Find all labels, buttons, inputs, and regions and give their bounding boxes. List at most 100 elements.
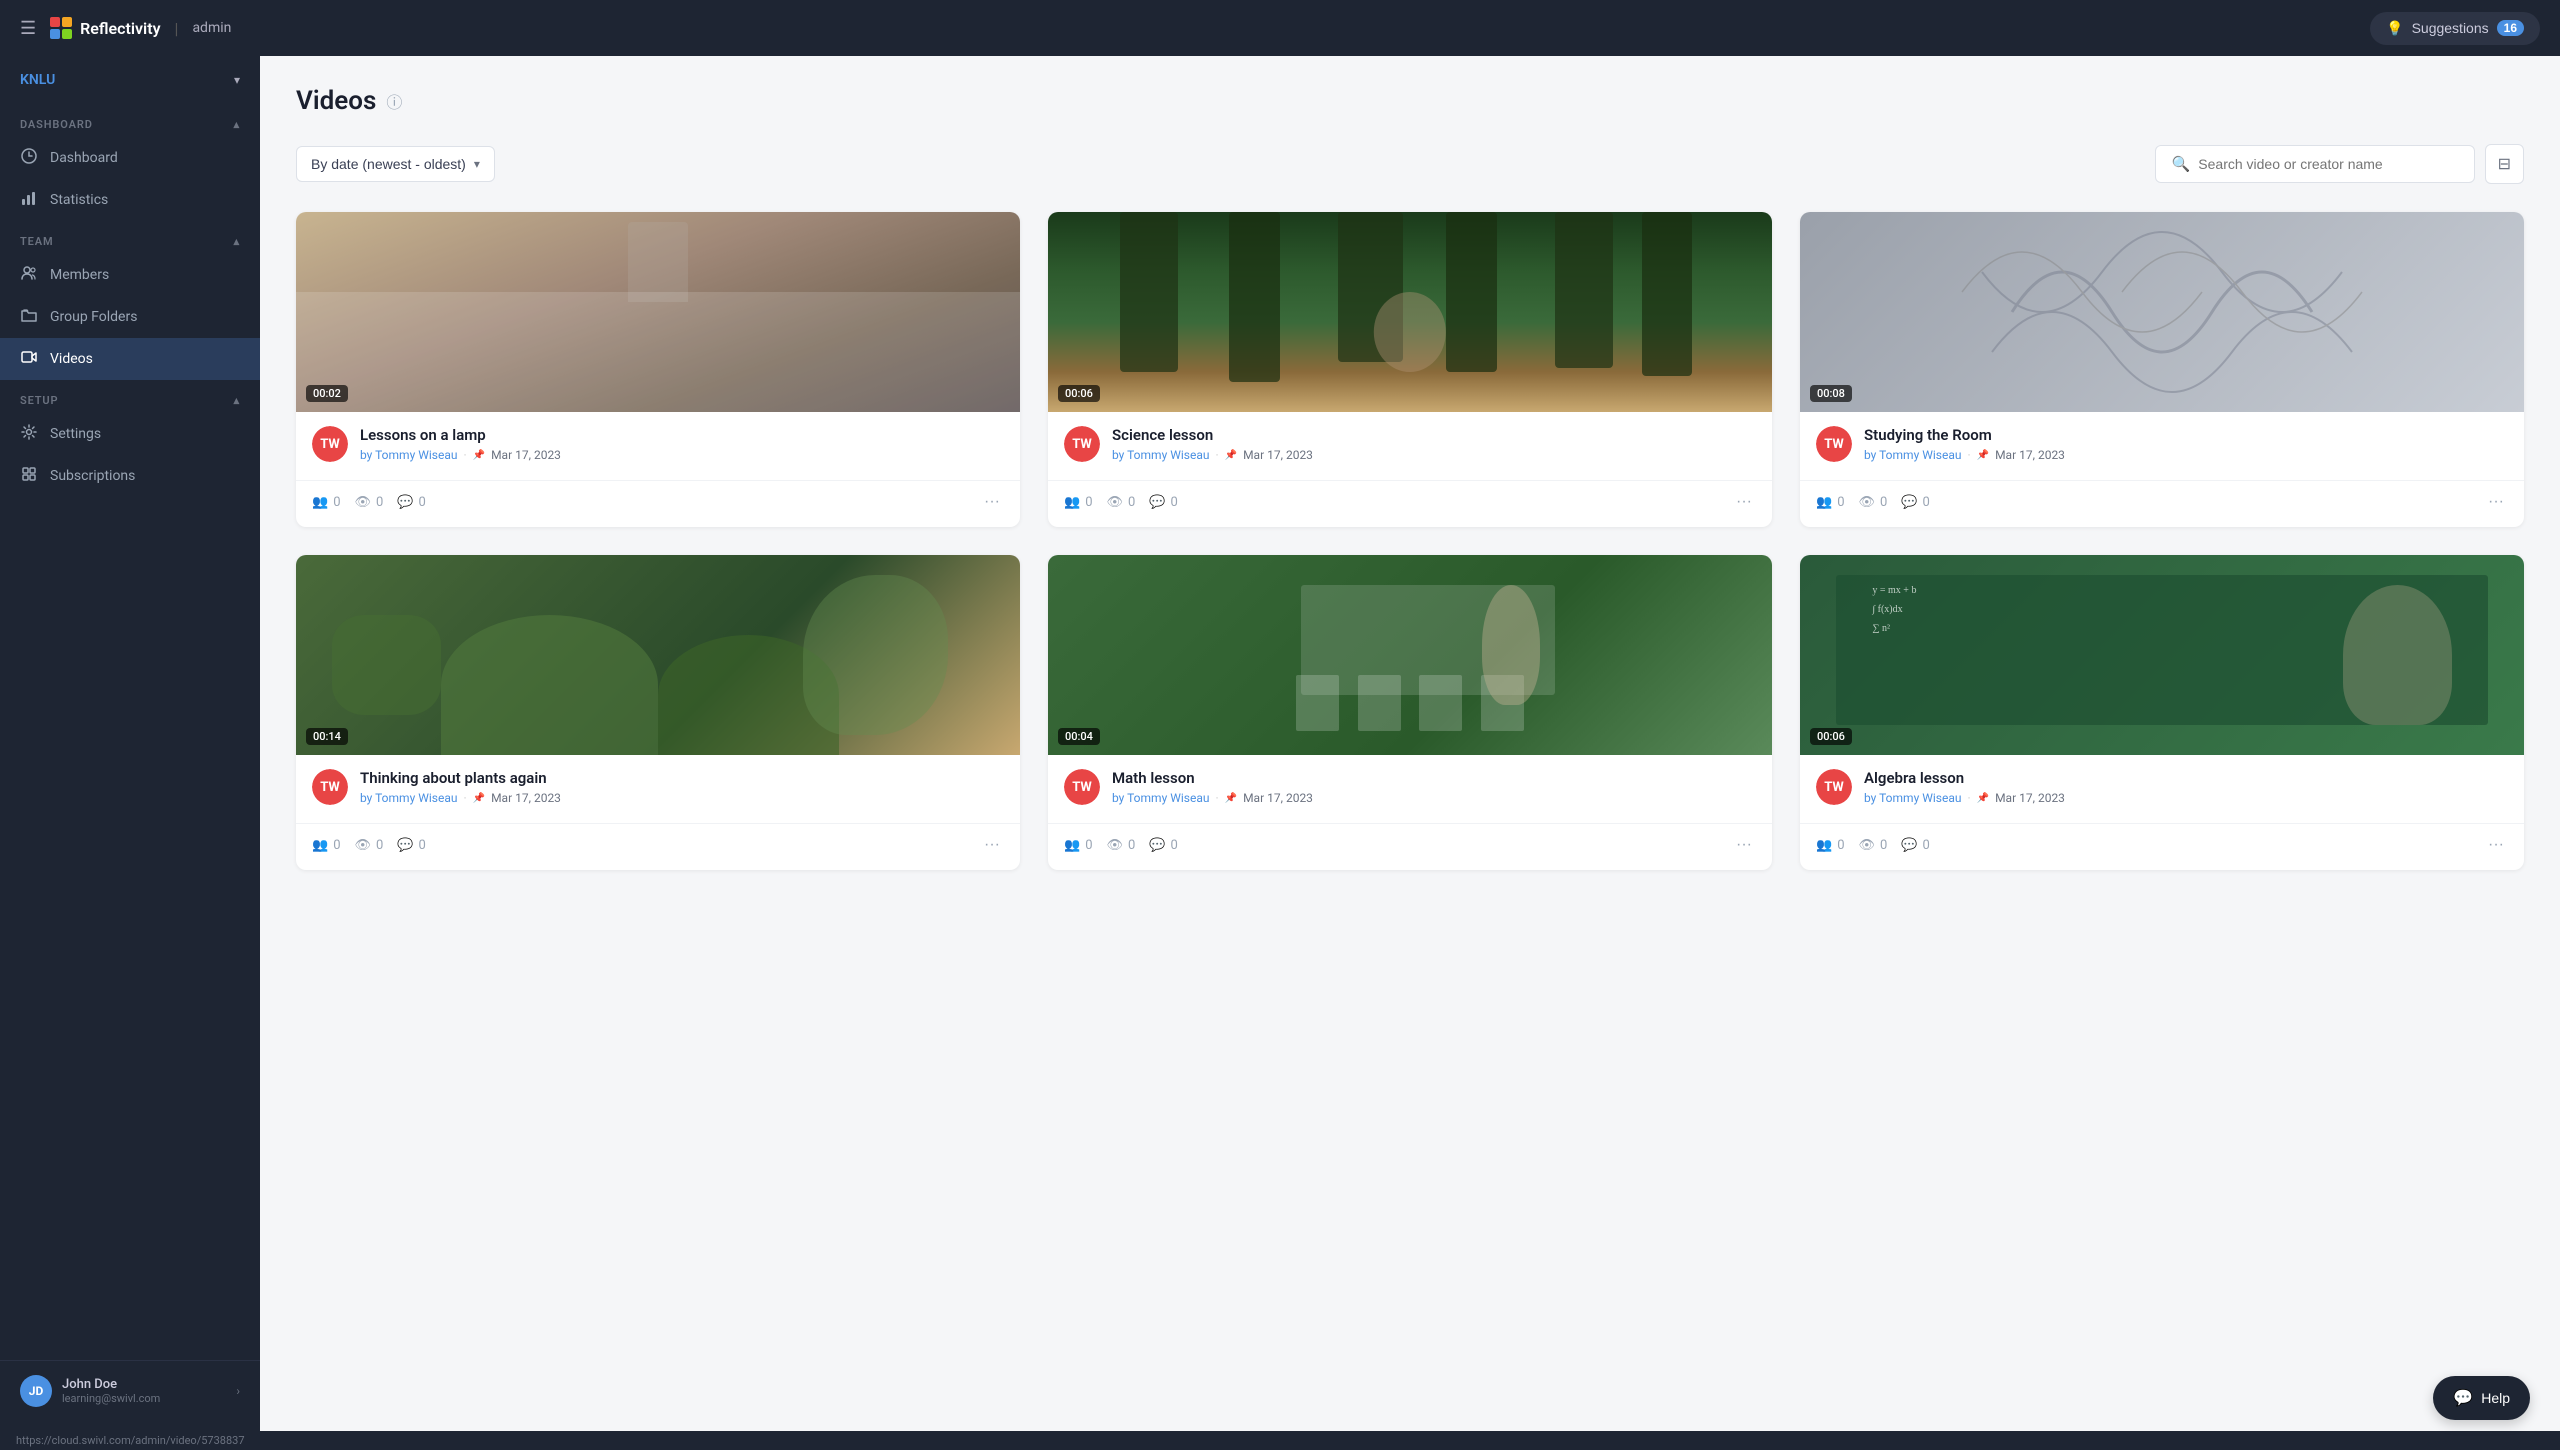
dashboard-icon [20,148,38,168]
video-card-v4[interactable]: 00:14 TW Thinking about plants again by … [296,555,1020,870]
video-stats: 👥 0 👁 0 💬 0 ··· [1800,480,2524,527]
sort-dropdown[interactable]: By date (newest - oldest) ▾ [296,146,495,182]
duration-badge: 00:14 [306,728,348,745]
video-thumbnail: 00:04 [1048,555,1772,755]
video-card-v1[interactable]: 00:02 TW Lessons on a lamp by Tommy Wise… [296,212,1020,527]
creator-avatar: TW [1816,426,1852,462]
sidebar-item-label-subscriptions: Subscriptions [50,468,135,484]
view-stat: 👁 0 [1859,495,1888,510]
more-options-button[interactable]: ··· [980,834,1004,856]
hamburger-icon[interactable]: ☰ [20,18,36,39]
sidebar-item-label-settings: Settings [50,426,101,442]
more-options-button[interactable]: ··· [1732,491,1756,513]
video-date: Mar 17, 2023 [1995,448,2065,462]
creator-link[interactable]: by Tommy Wiseau [360,448,457,462]
comment-icon: 💬 [397,838,413,853]
share-icon: 👥 [1064,838,1080,853]
video-thumbnail: 00:08 [1800,212,2524,412]
app-name: Reflectivity [80,19,160,38]
video-text: Science lesson by Tommy Wiseau · 📌 Mar 1… [1112,426,1756,462]
section-label-team: TEAM [20,235,53,248]
video-info: TW Lessons on a lamp by Tommy Wiseau · 📌… [296,412,1020,470]
comment-icon: 💬 [1149,495,1165,510]
sidebar-item-label-videos: Videos [50,351,93,367]
video-card-v3[interactable]: 00:08 TW Studying the Room by Tommy Wise… [1800,212,2524,527]
view-count: 0 [376,838,383,853]
view-stat: 👁 0 [1859,838,1888,853]
sidebar-item-settings[interactable]: Settings [0,413,260,455]
more-options-button[interactable]: ··· [1732,834,1756,856]
sidebar-item-subscriptions[interactable]: Subscriptions [0,455,260,497]
filter-button[interactable]: ⊟ [2485,144,2524,184]
duration-badge: 00:04 [1058,728,1100,745]
comment-count: 0 [1923,838,1930,853]
share-count: 0 [1085,838,1092,853]
nav-left: ☰ Reflectivity | admin [20,17,231,39]
creator-avatar: TW [312,426,348,462]
comment-count: 0 [419,838,426,853]
sidebar-item-videos[interactable]: Videos [0,338,260,380]
creator-link[interactable]: by Tommy Wiseau [1864,448,1961,462]
video-date: Mar 17, 2023 [1243,448,1313,462]
view-icon: 👁 [355,838,372,853]
video-sub: by Tommy Wiseau · 📌 Mar 17, 2023 [360,448,1004,462]
sidebar: KNLU ▾ DASHBOARD ▴ Dashboard [0,56,260,1431]
nav-right: 💡 Suggestions 16 [2370,12,2540,45]
video-sub: by Tommy Wiseau · 📌 Mar 17, 2023 [1112,448,1756,462]
sidebar-user[interactable]: JD John Doe learning@swivl.com › [0,1360,260,1421]
video-date: Mar 17, 2023 [491,791,561,805]
suggestions-button[interactable]: 💡 Suggestions 16 [2370,12,2540,45]
suggestions-badge: 16 [2497,20,2524,36]
pin-icon: 📌 [1977,450,1989,461]
statusbar: https://cloud.swivl.com/admin/video/5738… [0,1431,2560,1450]
section-label-setup: SETUP [20,394,58,407]
video-stats: 👥 0 👁 0 💬 0 ··· [1800,823,2524,870]
comment-count: 0 [1171,495,1178,510]
help-button[interactable]: 💬 Help [2433,1376,2530,1420]
separator: · [1215,448,1218,462]
sidebar-item-group-folders[interactable]: Group Folders [0,296,260,338]
more-options-button[interactable]: ··· [980,491,1004,513]
more-options-button[interactable]: ··· [2484,834,2508,856]
sidebar-item-members[interactable]: Members [0,254,260,296]
share-stat: 👥 0 [1816,838,1845,853]
comment-count: 0 [419,495,426,510]
members-icon [20,265,38,285]
chevron-down-icon: ▾ [474,157,480,171]
pin-icon: 📌 [1977,793,1989,804]
search-input[interactable] [2198,156,2457,172]
sidebar-org[interactable]: KNLU ▾ [0,56,260,104]
video-info: TW Math lesson by Tommy Wiseau · 📌 Mar 1… [1048,755,1772,813]
user-name: John Doe [62,1377,226,1392]
statusbar-url: https://cloud.swivl.com/admin/video/5738… [16,1434,245,1447]
video-text: Algebra lesson by Tommy Wiseau · 📌 Mar 1… [1864,769,2508,805]
chat-icon: 💬 [2453,1388,2473,1408]
share-icon: 👥 [1064,495,1080,510]
video-card-v2[interactable]: 00:06 TW Science lesson by Tommy Wiseau … [1048,212,1772,527]
video-title: Studying the Room [1864,426,2508,444]
search-box: 🔍 [2155,145,2475,183]
sidebar-item-dashboard[interactable]: Dashboard [0,137,260,179]
video-card-v6[interactable]: y = mx + b ∫ f(x)dx ∑ n² 00:06 TW Algebr… [1800,555,2524,870]
info-icon[interactable]: ⓘ [386,89,402,113]
video-meta: TW Studying the Room by Tommy Wiseau · 📌… [1816,426,2508,462]
lightbulb-icon: 💡 [2386,20,2403,37]
view-count: 0 [1128,838,1135,853]
video-sub: by Tommy Wiseau · 📌 Mar 17, 2023 [1864,448,2508,462]
sidebar-item-statistics[interactable]: Statistics [0,179,260,221]
creator-link[interactable]: by Tommy Wiseau [1112,448,1209,462]
more-options-button[interactable]: ··· [2484,491,2508,513]
comment-stat: 💬 0 [397,495,426,510]
separator: · [1967,448,1970,462]
share-count: 0 [1837,838,1844,853]
view-icon: 👁 [1859,495,1876,510]
video-thumbnail: 00:06 [1048,212,1772,412]
view-stat: 👁 0 [1107,495,1136,510]
sidebar-section-dashboard: DASHBOARD ▴ [0,104,260,137]
video-card-v5[interactable]: 00:04 TW Math lesson by Tommy Wiseau · 📌… [1048,555,1772,870]
share-stat: 👥 0 [1816,495,1845,510]
creator-link[interactable]: by Tommy Wiseau [360,791,457,805]
duration-badge: 00:08 [1810,385,1852,402]
creator-link[interactable]: by Tommy Wiseau [1864,791,1961,805]
creator-link[interactable]: by Tommy Wiseau [1112,791,1209,805]
